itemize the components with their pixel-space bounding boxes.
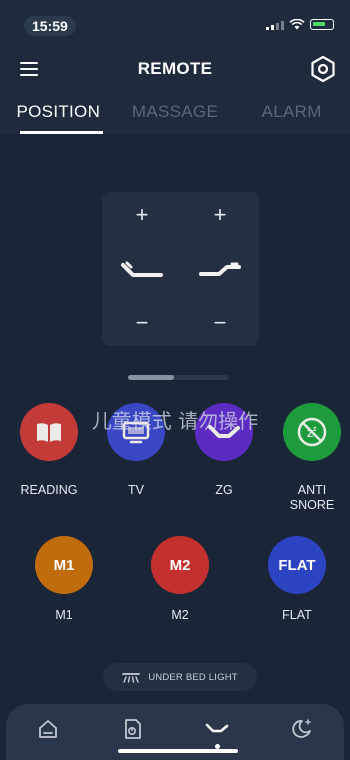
nav-home[interactable] [6,704,91,760]
page-indicator-active [128,375,174,380]
tab-position[interactable]: POSITION [0,92,117,134]
preset-tv-button[interactable] [107,403,165,461]
preset-m1[interactable]: M1 M1 [34,536,94,623]
bed-position-icon [205,723,229,733]
preset-flat-label: FLAT [282,608,312,622]
svg-text:z: z [313,426,317,433]
preset-m2-label: M2 [171,608,189,622]
preset-zg[interactable]: ZG [194,403,254,498]
foot-down-button[interactable]: − [197,308,243,338]
preset-reading-label: READING [20,483,78,497]
preset-zg-label: ZG [215,483,233,497]
document-icon [124,719,141,739]
preset-m2[interactable]: M2 M2 [150,536,210,623]
moon-stars-icon [292,719,311,738]
foot-up-button[interactable]: + [197,200,243,230]
cellular-signal-icon [266,20,284,30]
status-time: 15:59 [24,16,76,36]
preset-zg-button[interactable] [195,403,253,461]
status-icons [266,19,334,30]
preset-reading[interactable]: READING [19,403,79,498]
preset-tv-label: TV [128,483,144,497]
battery-icon [310,19,334,30]
book-icon [37,423,61,442]
status-bar: 15:59 [0,0,350,46]
position-control-card: + + − − [102,192,259,346]
preset-m2-button[interactable]: M2 [151,536,209,594]
head-down-button[interactable]: − [119,308,165,338]
zero-gravity-icon [208,425,240,438]
head-up-button[interactable]: + [119,200,165,230]
preset-reading-button[interactable] [20,403,78,461]
preset-m1-label: M1 [55,608,73,622]
preset-anti-snore-label: ANTI SNORE [289,483,335,512]
page-indicator[interactable] [128,375,228,380]
preset-anti-snore[interactable]: Z z ANTI SNORE [282,403,342,513]
tab-massage[interactable]: MASSAGE [117,92,234,134]
preset-m1-button[interactable]: M1 [35,536,93,594]
home-icon [39,720,58,738]
preset-flat[interactable]: FLAT FLAT [267,536,327,623]
tv-icon [122,421,150,444]
under-bed-light-icon [122,673,141,683]
header: REMOTE [0,46,350,92]
wifi-icon [289,19,305,30]
tab-alarm[interactable]: ALARM [233,92,350,134]
tab-bar: POSITION MASSAGE ALARM [0,92,350,134]
home-indicator [118,749,238,753]
under-bed-light-label: UNDER BED LIGHT [148,671,238,683]
preset-flat-button[interactable]: FLAT [268,536,326,594]
bed-foot-raise-icon [199,262,241,276]
nav-sleep[interactable] [260,704,345,760]
bed-head-raise-icon [121,261,163,277]
page-title: REMOTE [137,59,213,78]
settings-hexagon-icon[interactable] [310,55,336,83]
under-bed-light-button[interactable]: UNDER BED LIGHT [103,663,257,691]
anti-snore-icon: Z z [297,417,327,447]
preset-tv[interactable]: TV [106,403,166,498]
preset-anti-snore-button[interactable]: Z z [283,403,341,461]
